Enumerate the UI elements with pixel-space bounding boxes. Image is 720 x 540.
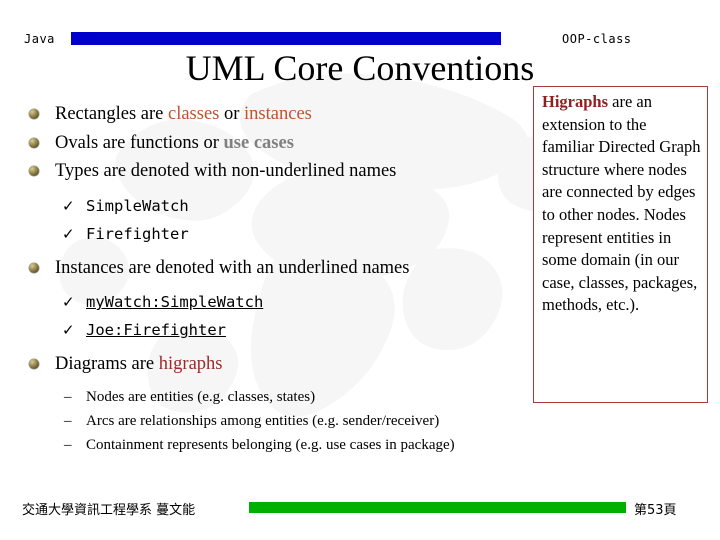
bullet-list: Rectangles are classes or instances Ovals… xyxy=(22,100,532,457)
header-right-label: OOP-class xyxy=(562,32,632,46)
dash-bullet-icon: – xyxy=(64,412,72,429)
sphere-bullet-icon xyxy=(29,137,39,148)
sphere-bullet-icon xyxy=(29,166,39,176)
bullet-item-level1: Rectangles are classes or instances xyxy=(22,100,532,129)
check-mark-icon: ✓ xyxy=(62,224,75,243)
slide-canvas: Java OOP-class UML Core Conventions Rect… xyxy=(0,0,720,540)
footer-page-number: 第53頁 xyxy=(634,503,677,518)
bullet-text-emphasis: classes xyxy=(168,104,220,124)
check-mark-icon: ✓ xyxy=(62,196,75,215)
bullet-text: Nodes are entities (e.g. classes, states… xyxy=(86,388,316,405)
page-title: UML Core Conventions xyxy=(185,48,535,88)
bullet-item-level3: – Arcs are relationships among entities (… xyxy=(22,409,532,433)
sphere-bullet-icon xyxy=(29,359,39,369)
bullet-text-emphasis: use cases xyxy=(223,132,294,153)
header-left-label: Java xyxy=(24,32,55,46)
higraphs-callout-box: Higraphs are an extension to the familia… xyxy=(533,86,708,403)
bullet-text-emphasis: higraphs xyxy=(158,354,223,374)
bullet-item-level2: ✓ myWatch:SimpleWatch xyxy=(22,288,532,316)
bullet-text: Containment represents belonging (e.g. u… xyxy=(86,436,455,453)
bullet-text: Rectangles are xyxy=(55,104,168,124)
bullet-item-level3: – Containment represents belonging (e.g. … xyxy=(22,433,532,457)
bullet-item-level1: Diagrams are higraphs xyxy=(22,350,532,379)
bullet-text-emphasis: instances xyxy=(244,104,312,124)
sphere-bullet-icon xyxy=(29,109,39,119)
bullet-item-level1: Instances are denoted with an underlined… xyxy=(22,254,532,283)
sphere-bullet-icon xyxy=(29,262,39,273)
bullet-item-level2: ✓ SimpleWatch xyxy=(22,192,532,220)
dash-bullet-icon: – xyxy=(64,436,72,453)
type-name: Firefighter xyxy=(86,224,189,243)
bullet-item-level1: Ovals are functions or use cases xyxy=(22,129,532,158)
footer-green-bar xyxy=(249,502,626,513)
header-blue-bar xyxy=(71,32,501,45)
check-mark-icon: ✓ xyxy=(62,321,75,339)
type-name: SimpleWatch xyxy=(86,196,189,215)
instance-name-underlined: Joe:Firefighter xyxy=(86,321,226,339)
instance-name-underlined: myWatch:SimpleWatch xyxy=(86,293,264,311)
bullet-text: Instances are denoted with an underlined… xyxy=(55,257,410,278)
higraphs-body-text: are an extension to the familiar Directe… xyxy=(542,92,701,315)
bullet-item-level1: Types are denoted with non-underlined na… xyxy=(22,157,532,186)
bullet-text: or xyxy=(219,104,245,124)
bullet-text: Diagrams are xyxy=(55,354,159,374)
bullet-item-level2: ✓ Joe:Firefighter xyxy=(22,316,532,344)
bullet-text: Arcs are relationships among entities (e… xyxy=(86,412,440,429)
higraphs-lead-word: Higraphs xyxy=(542,92,609,111)
slide-footer: 交通大學資訊工程學系 蔓文能 第53頁 xyxy=(0,496,720,522)
bullet-text: Ovals are functions or xyxy=(55,132,224,153)
bullet-item-level3: – Nodes are entities (e.g. classes, state… xyxy=(22,385,532,409)
footer-affiliation: 交通大學資訊工程學系 蔓文能 xyxy=(22,503,196,518)
bullet-text: Types are denoted with non-underlined na… xyxy=(55,161,397,181)
dash-bullet-icon: – xyxy=(64,388,72,405)
bullet-item-level2: ✓ Firefighter xyxy=(22,220,532,248)
check-mark-icon: ✓ xyxy=(62,293,75,311)
higraphs-callout-text: Higraphs are an extension to the familia… xyxy=(542,91,701,317)
